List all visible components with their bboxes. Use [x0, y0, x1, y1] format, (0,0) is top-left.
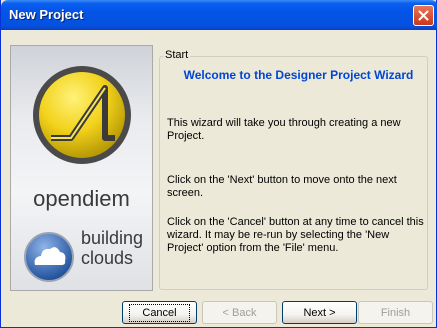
window-title: New Project — [9, 7, 84, 22]
title-bar[interactable]: New Project — [1, 0, 437, 30]
cancel-button[interactable]: Cancel — [122, 301, 197, 324]
tagline-line-2: clouds — [81, 248, 134, 268]
cloud-icon — [24, 232, 74, 282]
next-button[interactable]: Next > — [282, 301, 357, 324]
finish-button[interactable]: Finish — [358, 301, 433, 324]
cancel-instruction-text: Click on the 'Cancel' button at any time… — [167, 216, 424, 254]
close-icon — [418, 10, 429, 21]
intro-text: This wizard will take you through creati… — [167, 117, 401, 142]
tagline: building clouds — [81, 228, 143, 268]
cancel-button-label: Cancel — [129, 303, 190, 322]
next-instruction-text: Click on the 'Next' button to move onto … — [167, 174, 397, 199]
wizard-sidebar-image: opendiem building clouds — [10, 45, 153, 291]
close-button[interactable] — [413, 5, 434, 26]
back-button-label: < Back — [222, 306, 257, 319]
finish-button-label: Finish — [380, 306, 411, 319]
wizard-window: New Project opendiem building clouds Sta… — [0, 0, 437, 328]
group-legend: Start — [163, 49, 191, 61]
back-button[interactable]: < Back — [202, 301, 277, 324]
welcome-heading: Welcome to the Designer Project Wizard — [183, 68, 414, 82]
next-button-label: Next > — [303, 306, 336, 319]
brand-name: opendiem — [33, 186, 130, 211]
tagline-line-1: building — [81, 228, 144, 248]
opendiem-logo-icon — [33, 66, 131, 164]
